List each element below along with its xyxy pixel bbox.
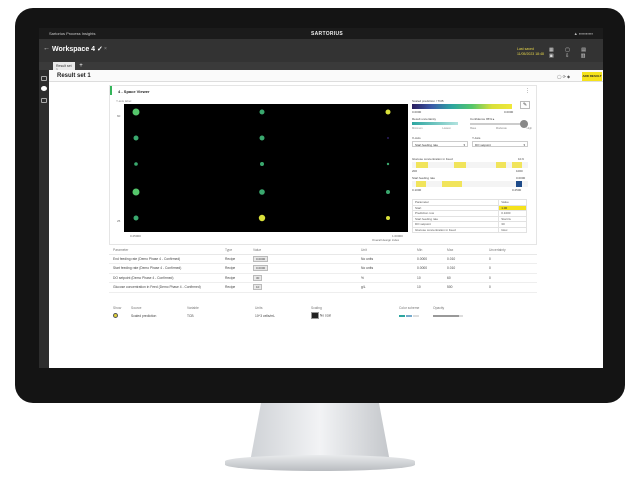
app-screen: Sartorius Process Insights SARTORIUS ▲ ▪… [39, 28, 603, 368]
slider1-value: 10.9 [518, 157, 524, 161]
x-axis-select-label: X-Axis [412, 136, 421, 140]
scatter-point[interactable] [386, 190, 390, 194]
slider1-label: Glucose concentration in Feed [412, 157, 453, 161]
table-row[interactable]: Glucose concentration in Feed Gluc [411, 226, 527, 233]
scatter-plot[interactable] [124, 104, 408, 232]
add-tab-button[interactable]: + [77, 62, 85, 70]
y-tick-top: 60 [117, 114, 121, 118]
document-icon[interactable] [41, 98, 47, 103]
workspace-header: ← Workspace 4 ✓ × Last saved 11/05/2023 1… [39, 39, 603, 62]
scatter-point[interactable] [386, 216, 390, 220]
edit-icon[interactable]: ✎ [520, 101, 530, 109]
brand-logo: SARTORIUS [311, 30, 344, 37]
controls-panel: Scaled prediction / TCB ✎ 0.0000 0.0000 … [411, 99, 532, 245]
x-tick-left: 0.25000 [130, 234, 141, 238]
app-top-bar: Sartorius Process Insights SARTORIUS ▲ ▪… [39, 28, 603, 39]
color-min: 0.0000 [412, 110, 422, 114]
table-row[interactable]: End feeding rate (Demo Phase 4 - Confirm… [109, 254, 537, 264]
uncertainty-label: Result uncertainty [412, 117, 437, 121]
y-axis-select-label: Y-Axis [472, 136, 481, 140]
visibility-toggle-icon[interactable] [113, 312, 118, 318]
x-axis-select[interactable]: Start feeding rate ▾ [412, 141, 468, 147]
plot-y-label: Y-axis label [116, 99, 132, 103]
slider2-max: 0.2500 [512, 188, 522, 192]
table-row[interactable]: DO setpoint (Demo Phase 4 - Confirmed) Re… [109, 273, 537, 283]
left-sidebar [39, 70, 49, 368]
slider2-min: 0.1000 [412, 188, 422, 192]
back-arrow-icon[interactable]: ← [43, 45, 50, 52]
space-viewer-panel: 4 - Space Viewer ⋮ Y-axis label 60 25 0.… [109, 85, 537, 245]
y-tick-bottom: 25 [117, 219, 121, 223]
table-row[interactable]: Start feeding rate (Demo Phase 4 - Confi… [109, 263, 537, 274]
user-menu[interactable]: ▲ ▪▪▪▪▪▪▪▪▪▪ [574, 31, 593, 36]
slider2-value: 0.0000 [516, 176, 526, 180]
scatter-point[interactable] [259, 109, 265, 115]
close-icon[interactable]: × [104, 46, 107, 52]
scatter-point[interactable] [259, 189, 265, 195]
factor-table: Show Source Variable Units Scaling Color… [109, 305, 537, 320]
chart-icon[interactable] [41, 86, 47, 91]
slider1-min: 200 [412, 169, 418, 173]
scaling-button[interactable] [311, 312, 319, 319]
toolbar-icons[interactable]: ▦ ▢ ▤ ▣ ⇩ ▥ [549, 47, 603, 59]
color-scale-bar [412, 104, 512, 109]
x-axis-label: Overall design index [372, 238, 400, 242]
scatter-point[interactable] [387, 137, 389, 139]
color-max: 0.0000 [504, 110, 514, 114]
slider2-track[interactable] [412, 181, 528, 187]
tab-row: Result set 1 + [39, 62, 603, 72]
properties-table: Parameter Value Start 1.00 Prediction row 0… [411, 199, 527, 233]
monitor-stand-base [225, 455, 415, 471]
table-row[interactable]: Scaled prediction TCB 10^3 cells/mL No s… [109, 311, 537, 320]
panel-title: 4 - Space Viewer [118, 89, 150, 94]
color-scale-label: Scaled prediction / TCB [412, 99, 444, 103]
parameters-table: Parameter Type Value Unit Min Max Uncert… [109, 247, 537, 293]
uncertainty-bar [412, 122, 458, 125]
scatter-point[interactable] [133, 215, 139, 221]
save-status: Last saved 11/05/2023 18:48 [517, 47, 544, 56]
app-name: Sartorius Process Insights [49, 31, 96, 36]
slider1-max: 1000 [516, 169, 523, 173]
scatter-point[interactable] [132, 108, 140, 116]
table-row[interactable]: Glucose concentration in Feed (Demo Phas… [109, 282, 537, 293]
scatter-point[interactable] [259, 135, 265, 141]
slider1-track[interactable] [412, 162, 528, 168]
result-header: Result set 1 ◯ ⟳ ◆ ADD RESULT [49, 70, 603, 82]
scatter-point[interactable] [258, 214, 266, 222]
opacity-slider[interactable] [433, 314, 463, 317]
add-result-button[interactable]: ADD RESULT [582, 71, 602, 81]
result-actions[interactable]: ◯ ⟳ ◆ [557, 74, 570, 79]
panel-accent [110, 86, 112, 95]
uncertainty-ticks: Minimum Lowest Base Moderate High [412, 127, 532, 130]
scatter-point[interactable] [385, 109, 391, 115]
confidence-label: Confidence 95% ▸ [470, 117, 495, 121]
monitor-stand-neck [250, 402, 390, 462]
slider2-label: Start feeding rate [412, 176, 436, 180]
workspace-title[interactable]: Workspace 4 ✓ [52, 45, 103, 53]
result-title: Result set 1 [57, 72, 91, 79]
more-options-icon[interactable]: ⋮ [525, 88, 530, 94]
chevron-down-icon: ▾ [523, 143, 525, 147]
tab-result-set-1[interactable]: Result set 1 [53, 62, 75, 72]
scatter-point[interactable] [386, 162, 390, 166]
scatter-point[interactable] [132, 188, 140, 196]
scatter-point[interactable] [260, 162, 264, 166]
y-axis-select[interactable]: DO setpoint ▾ [472, 141, 528, 147]
scatter-point[interactable] [134, 162, 138, 166]
grid-icon[interactable] [41, 76, 47, 81]
scatter-point[interactable] [133, 135, 139, 141]
chevron-down-icon: ▾ [463, 143, 465, 147]
